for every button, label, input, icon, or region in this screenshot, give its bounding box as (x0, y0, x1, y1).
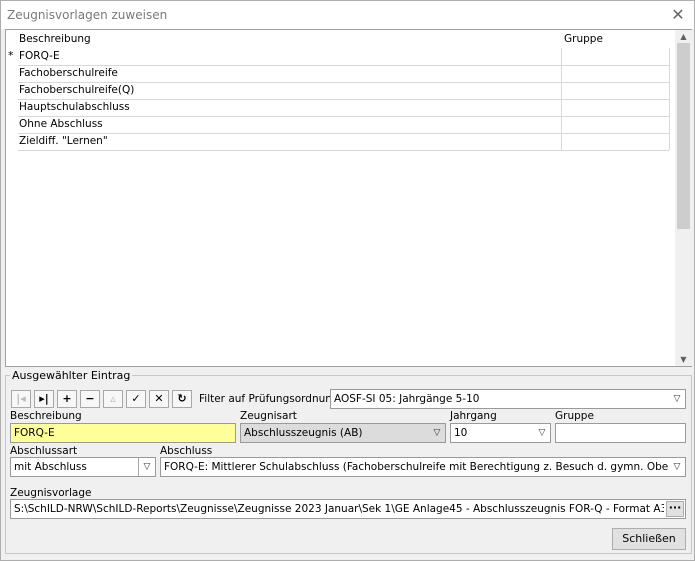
table-row[interactable]: Ohne Abschluss (18, 116, 670, 134)
zeugnisart-label: Zeugnisart (240, 410, 297, 422)
zeugnisart-value: Abschlusszeugnis (AB) (244, 427, 363, 439)
scroll-down-icon[interactable]: ▼ (679, 355, 688, 364)
check-icon[interactable]: ✓ (126, 390, 146, 408)
jahrgang-value: 10 (454, 427, 468, 439)
minus-icon[interactable]: − (80, 390, 100, 408)
beschreibung-label: Beschreibung (10, 410, 82, 422)
schliessen-button[interactable]: Schließen (612, 528, 686, 550)
gruppe-label: Gruppe (555, 410, 594, 422)
column-header-gruppe[interactable]: Gruppe (564, 33, 603, 45)
abschluss-label: Abschluss (160, 445, 213, 457)
close-icon[interactable]: ✕ (667, 4, 689, 26)
table-row[interactable]: Fachoberschulreife (18, 65, 670, 83)
up-icon[interactable]: ▵ (103, 390, 123, 408)
abschlussart-combo[interactable]: mit Abschluss ▽ (10, 457, 156, 477)
cell-beschreibung[interactable]: Fachoberschulreife(Q) (18, 82, 562, 99)
chevron-down-icon[interactable]: ▽ (669, 458, 685, 476)
grid-scrollbar[interactable]: ▲ ▼ (675, 30, 692, 366)
zeugnisvorlage-field[interactable]: S:\SchILD-NRW\SchILD-Reports\Zeugnisse\Z… (10, 499, 686, 519)
zeugnisvorlage-value: S:\SchILD-NRW\SchILD-Reports\Zeugnisse\Z… (14, 503, 664, 515)
current-row-marker: * (8, 49, 14, 62)
beschreibung-field[interactable]: FORQ-E (10, 423, 236, 443)
cell-beschreibung[interactable]: Hauptschulabschluss (18, 99, 562, 116)
jahrgang-label: Jahrgang (450, 410, 497, 422)
browse-button[interactable]: ··· (666, 501, 684, 517)
abschlussart-label: Abschlussart (10, 445, 78, 457)
cell-gruppe[interactable] (562, 116, 670, 133)
cell-beschreibung[interactable]: FORQ-E (18, 48, 562, 65)
cancel-icon[interactable]: ✕ (149, 390, 169, 408)
abschlussart-value: mit Abschluss (14, 461, 87, 473)
cell-gruppe[interactable] (562, 82, 670, 99)
vorlagen-grid: Beschreibung Gruppe FORQ-E * Fachoberschul… (5, 29, 692, 367)
scroll-up-icon[interactable]: ▲ (679, 32, 688, 41)
dialog-window: Zeugnisvorlagen zuweisen ✕ Beschreibung … (0, 0, 695, 561)
chevron-down-icon[interactable]: ▽ (429, 424, 445, 442)
zeugnisvorlage-label: Zeugnisvorlage (10, 487, 92, 499)
refresh-icon[interactable]: ↻ (172, 390, 192, 408)
table-row[interactable]: FORQ-E (18, 48, 670, 66)
scrollbar-thumb[interactable] (677, 43, 690, 229)
window-title: Zeugnisvorlagen zuweisen (7, 8, 168, 22)
cell-beschreibung[interactable]: Zieldiff. "Lernen" (18, 133, 562, 150)
abschluss-combo[interactable]: FORQ-E: Mittlerer Schulabschluss (Fachob… (160, 457, 686, 477)
filter-combo[interactable]: AOSF-SI 05: Jahrgänge 5-10 ▽ (330, 389, 686, 409)
cell-gruppe[interactable] (562, 48, 670, 65)
table-row[interactable]: Zieldiff. "Lernen" (18, 133, 670, 151)
beschreibung-value: FORQ-E (14, 427, 55, 439)
abschluss-value: FORQ-E: Mittlerer Schulabschluss (Fachob… (164, 461, 668, 473)
first-icon[interactable]: |◂ (11, 390, 31, 408)
cell-beschreibung[interactable]: Ohne Abschluss (18, 116, 562, 133)
chevron-down-icon[interactable]: ▽ (534, 424, 550, 442)
column-header-beschreibung[interactable]: Beschreibung (19, 33, 91, 45)
cell-beschreibung[interactable]: Fachoberschulreife (18, 65, 562, 82)
chevron-down-icon[interactable]: ▽ (138, 458, 155, 476)
zeugnisart-combo[interactable]: Abschlusszeugnis (AB) ▽ (240, 423, 446, 443)
jahrgang-combo[interactable]: 10 ▽ (450, 423, 551, 443)
chevron-down-icon[interactable]: ▽ (669, 390, 685, 408)
gruppe-field[interactable] (555, 423, 686, 443)
cell-gruppe[interactable] (562, 99, 670, 116)
last-icon[interactable]: ▸| (34, 390, 54, 408)
selected-entry-label: Ausgewählter Eintrag (10, 369, 133, 382)
filter-label: Filter auf Prüfungsordnung (199, 393, 339, 405)
cell-gruppe[interactable] (562, 65, 670, 82)
filter-value: AOSF-SI 05: Jahrgänge 5-10 (334, 393, 480, 405)
table-row[interactable]: Hauptschulabschluss (18, 99, 670, 117)
title-bar[interactable]: Zeugnisvorlagen zuweisen ✕ (1, 1, 694, 29)
cell-gruppe[interactable] (562, 133, 670, 150)
plus-icon[interactable]: + (57, 390, 77, 408)
grid-header: Beschreibung Gruppe (6, 30, 674, 47)
table-row[interactable]: Fachoberschulreife(Q) (18, 82, 670, 100)
